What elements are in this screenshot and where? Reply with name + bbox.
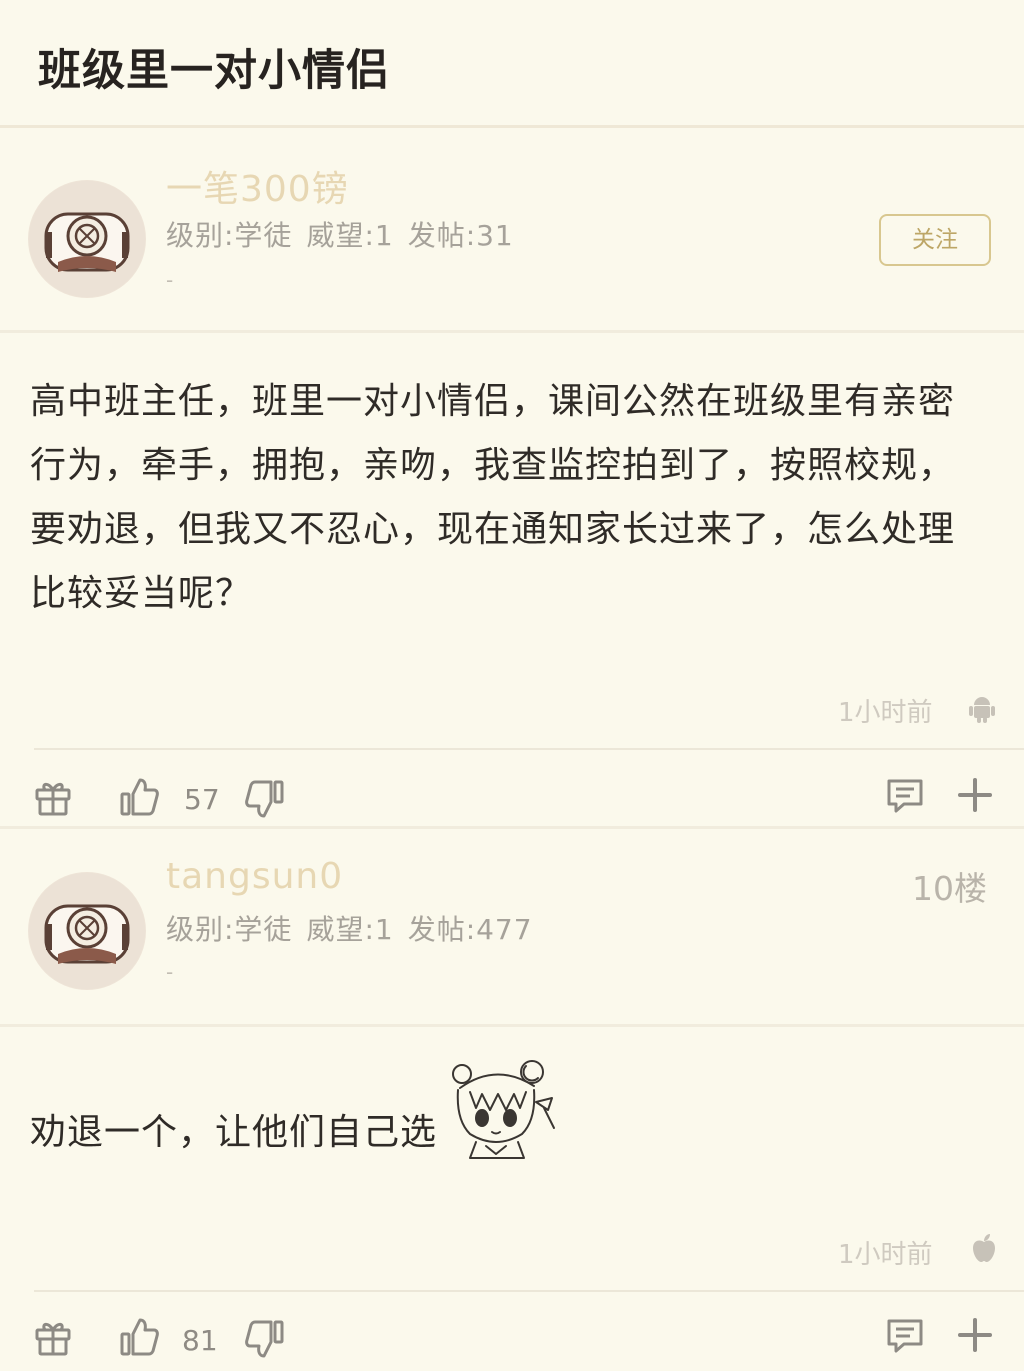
comment-icon[interactable] (884, 774, 926, 816)
like-count: 57 (184, 783, 220, 816)
author-meta: 级别:学徒 威望:1 发帖:477 (166, 908, 533, 948)
thumbs-down-icon[interactable] (244, 778, 286, 820)
title-bar: 班级里一对小情侣 (0, 0, 1024, 128)
prestige-label: 威望:1 (306, 913, 394, 946)
like-count: 81 (182, 1324, 218, 1357)
divider (34, 1290, 1024, 1292)
gift-icon[interactable] (32, 776, 74, 818)
gift-icon[interactable] (32, 1316, 74, 1358)
avatar[interactable] (28, 180, 146, 298)
author-signature: - (166, 268, 174, 292)
prestige-label: 威望:1 (306, 219, 394, 252)
divider (34, 748, 1024, 750)
thumbs-down-icon[interactable] (244, 1318, 286, 1360)
avatar-diving-helmet-icon (29, 181, 145, 297)
level-label: 级别:学徒 (166, 913, 293, 946)
avatar-diving-helmet-icon (29, 873, 145, 989)
divider (0, 826, 1024, 829)
anime-girl-sticker (440, 1058, 558, 1160)
level-label: 级别:学徒 (166, 219, 293, 252)
floor-number: 10楼 (912, 869, 987, 908)
page-title: 班级里一对小情侣 (38, 46, 390, 96)
follow-button[interactable]: 关注 (879, 214, 991, 266)
plus-icon[interactable] (954, 1314, 996, 1356)
comment-icon[interactable] (884, 1314, 926, 1356)
thumbs-up-icon[interactable] (118, 1316, 160, 1358)
divider (0, 330, 1024, 333)
author-name[interactable]: tangsun0 (166, 856, 343, 897)
android-icon (966, 692, 998, 724)
author-meta: 级别:学徒 威望:1 发帖:31 (166, 214, 514, 254)
plus-icon[interactable] (954, 774, 996, 816)
author-name[interactable]: 一笔300镑 (166, 160, 349, 212)
reply-time: 1小时前 (838, 1240, 933, 1270)
avatar[interactable] (28, 872, 146, 990)
thumbs-up-icon[interactable] (118, 776, 160, 818)
post-time: 1小时前 (838, 698, 933, 728)
post-count-label: 发帖:477 (407, 913, 533, 946)
apple-icon (968, 1232, 1000, 1264)
post-count-label: 发帖:31 (407, 219, 514, 252)
post-content: 高中班主任，班里一对小情侣，课间公然在班级里有亲密行为，牵手，拥抱，亲吻，我查监… (30, 381, 956, 614)
author-signature: - (166, 960, 174, 984)
reply-content: 劝退一个，让他们自己选 (30, 1112, 438, 1153)
divider (0, 1024, 1024, 1027)
